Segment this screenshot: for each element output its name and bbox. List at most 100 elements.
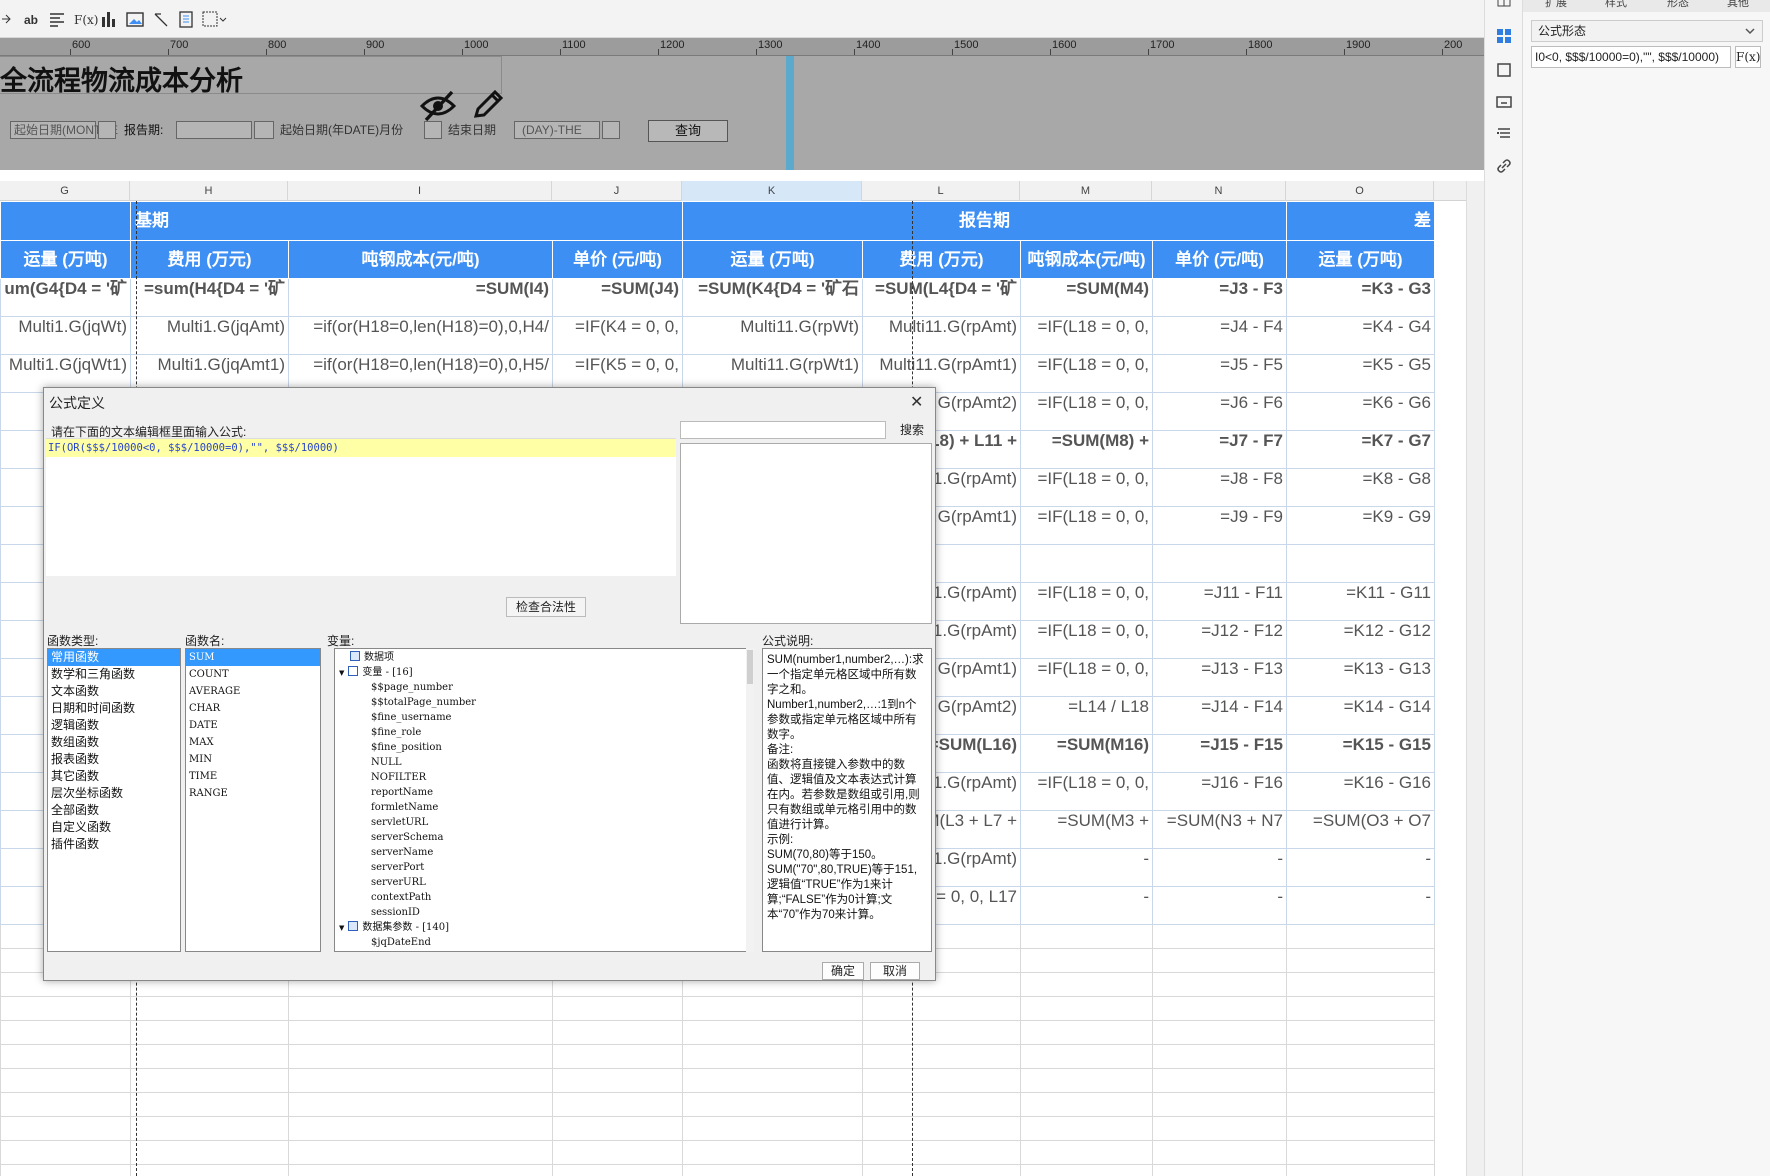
empty-cell[interactable]	[288, 1092, 553, 1117]
tree-node[interactable]: $$page_number	[371, 680, 453, 695]
empty-cell[interactable]	[1020, 948, 1153, 973]
table-cell[interactable]: =IF(L18 = 0, 0,	[1020, 582, 1153, 621]
table-cell[interactable]: =J11 - F11	[1152, 582, 1287, 621]
panel-icon[interactable]	[1496, 94, 1512, 110]
table-cell[interactable]: =SUM(I4)	[288, 278, 553, 317]
table-cell[interactable]: =J5 - F5	[1152, 354, 1287, 393]
column-header-M[interactable]: M	[1020, 181, 1152, 201]
column-header-L[interactable]: L	[862, 181, 1020, 201]
empty-cell[interactable]	[130, 996, 289, 1021]
empty-cell[interactable]	[552, 1116, 683, 1141]
table-cell[interactable]: -	[1020, 886, 1153, 925]
table-cell[interactable]: =K5 - G5	[1286, 354, 1435, 393]
tree-node[interactable]: formletName	[371, 800, 438, 815]
tree-node[interactable]: servletURL	[371, 815, 428, 830]
query-button[interactable]: 查询	[648, 120, 728, 142]
empty-cell[interactable]	[0, 1044, 131, 1069]
table-cell[interactable]: =K7 - G7	[1286, 430, 1435, 469]
empty-cell[interactable]	[862, 1068, 1021, 1093]
calendar-icon[interactable]	[98, 121, 116, 139]
slash-icon[interactable]	[152, 9, 172, 31]
bar-chart-icon[interactable]	[100, 9, 120, 31]
table-cell[interactable]: =K3 - G3	[1286, 278, 1435, 317]
empty-cell[interactable]	[552, 1020, 683, 1045]
group-header-cell[interactable]: 差	[1286, 201, 1435, 241]
tree-node[interactable]: $fine_position	[371, 740, 442, 755]
empty-cell[interactable]	[1152, 948, 1287, 973]
table-cell[interactable]: =K4 - G4	[1286, 316, 1435, 355]
table-cell[interactable]: =IF(K4 = 0, 0,	[552, 316, 683, 355]
search-input[interactable]	[680, 421, 886, 439]
table-cell[interactable]: um(G4{D4 = '矿	[0, 278, 131, 317]
func-type-item[interactable]: 全部函数	[48, 802, 180, 819]
tree-node[interactable]: ▼ 数据集参数 - [140]	[339, 920, 449, 935]
tree-node[interactable]: serverURL	[371, 875, 426, 890]
table-cell[interactable]: =IF(L18 = 0, 0,	[1020, 316, 1153, 355]
column-title-cell[interactable]: 吨钢成本(元/吨)	[288, 240, 553, 279]
table-cell[interactable]: =K16 - G16	[1286, 772, 1435, 811]
table-cell[interactable]: =if(or(H18=0,len(H18)=0),0,H4/	[288, 316, 553, 355]
empty-cell[interactable]	[130, 1068, 289, 1093]
tree-node[interactable]: serverName	[371, 845, 433, 860]
table-cell[interactable]: =K14 - G14	[1286, 696, 1435, 735]
empty-cell[interactable]	[1286, 1044, 1435, 1069]
column-header-O[interactable]: O	[1286, 181, 1434, 201]
table-cell[interactable]: =K15 - G15	[1286, 734, 1435, 773]
empty-cell[interactable]	[0, 1068, 131, 1093]
list-icon[interactable]	[1496, 126, 1512, 142]
group-header-cell[interactable]: 基期	[130, 201, 683, 241]
table-cell[interactable]: =K6 - G6	[1286, 392, 1435, 431]
empty-cell[interactable]	[1286, 924, 1435, 949]
table-cell[interactable]: =IF(L18 = 0, 0,	[1020, 506, 1153, 545]
tree-toggle-icon[interactable]: ▼	[339, 924, 344, 932]
empty-cell[interactable]	[862, 1044, 1021, 1069]
tab-other[interactable]: 其他	[1727, 0, 1749, 10]
table-cell[interactable]: =SUM(M8) +	[1020, 430, 1153, 469]
table-cell[interactable]	[1286, 544, 1435, 583]
func-type-item[interactable]: 常用函数	[48, 649, 180, 666]
column-header-J[interactable]: J	[552, 181, 682, 201]
column-title-cell[interactable]: 费用 (万元)	[862, 240, 1021, 279]
page-boundary-bar[interactable]	[786, 56, 794, 170]
table-cell[interactable]: =IF(L18 = 0, 0,	[1020, 468, 1153, 507]
empty-cell[interactable]	[1020, 1044, 1153, 1069]
table-cell[interactable]: =J4 - F4	[1152, 316, 1287, 355]
search-button[interactable]: 搜索	[892, 421, 932, 439]
func-name-item[interactable]: RANGE	[186, 785, 320, 802]
close-icon[interactable]: ✕	[910, 392, 923, 412]
empty-cell[interactable]	[1152, 1116, 1287, 1141]
group-header-cell[interactable]: 报告期	[682, 201, 1287, 241]
empty-cell[interactable]	[0, 1020, 131, 1045]
report-period-input[interactable]	[176, 121, 252, 139]
table-cell[interactable]: =IF(L18 = 0, 0,	[1020, 658, 1153, 697]
tab-style[interactable]: 样式	[1605, 0, 1627, 10]
empty-cell[interactable]	[1286, 996, 1435, 1021]
empty-cell[interactable]	[1020, 924, 1153, 949]
table-cell[interactable]: =J12 - F12	[1152, 620, 1287, 659]
form-type-select[interactable]: 公式形态	[1531, 20, 1763, 42]
func-type-item[interactable]: 文本函数	[48, 683, 180, 700]
tree-toggle-icon[interactable]: ▼	[339, 669, 344, 677]
empty-cell[interactable]	[862, 1116, 1021, 1141]
cell-attr-icon[interactable]	[1496, 0, 1512, 16]
table-cell[interactable]: =J3 - F3	[1152, 278, 1287, 317]
empty-cell[interactable]	[862, 1020, 1021, 1045]
empty-cell[interactable]	[1152, 1044, 1287, 1069]
func-type-item[interactable]: 其它函数	[48, 768, 180, 785]
table-cell[interactable]: =K11 - G11	[1286, 582, 1435, 621]
empty-cell[interactable]	[862, 996, 1021, 1021]
empty-cell[interactable]	[1286, 1092, 1435, 1117]
vertical-scrollbar[interactable]	[1466, 181, 1484, 1176]
func-name-item[interactable]: COUNT	[186, 666, 320, 683]
tree-node[interactable]: NOFILTER	[371, 770, 426, 785]
start-date-picker-icon[interactable]	[424, 121, 442, 139]
table-cell[interactable]: =K9 - G9	[1286, 506, 1435, 545]
empty-cell[interactable]	[288, 1116, 553, 1141]
empty-cell[interactable]	[0, 1116, 131, 1141]
func-type-item[interactable]: 插件函数	[48, 836, 180, 853]
table-cell[interactable]: =SUM(J4)	[552, 278, 683, 317]
empty-cell[interactable]	[682, 1164, 863, 1176]
empty-cell[interactable]	[682, 1020, 863, 1045]
empty-cell[interactable]	[130, 1140, 289, 1165]
empty-cell[interactable]	[1286, 972, 1435, 997]
